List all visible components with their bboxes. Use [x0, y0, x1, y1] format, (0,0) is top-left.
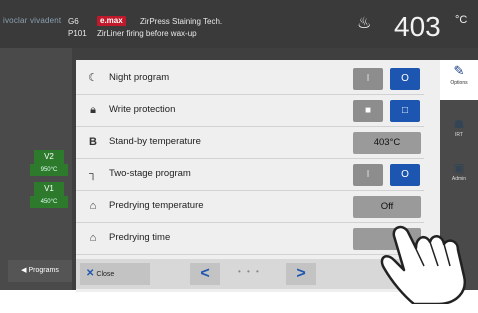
program-subtitle: ZirLiner firing before wax-up: [97, 29, 197, 38]
setting-label: Write protection: [109, 104, 176, 115]
lock-open-icon: □: [401, 105, 409, 116]
pointing-hand-icon: [380, 225, 467, 304]
v2-temperature: 950°C: [30, 164, 68, 176]
header-bar: ivoclar vivadent G6 P101 e.max ZirPress …: [0, 0, 478, 48]
predrying-icon: ⌂: [89, 232, 97, 244]
standby-b-icon: B: [89, 136, 97, 148]
close-label: Close: [96, 271, 115, 278]
current-temperature: 403: [394, 11, 441, 42]
emax-badge: e.max: [97, 16, 126, 26]
tab-admin-label: Admin: [451, 176, 467, 182]
two-stage-icon: ┐: [89, 168, 97, 180]
write-protection-lock-button[interactable]: ■: [353, 100, 383, 122]
temperature-unit: °C: [455, 14, 468, 26]
close-icon: ✕: [86, 268, 95, 279]
lock-icon: 🔒︎: [90, 104, 96, 116]
v1-indicator[interactable]: V1: [34, 182, 64, 196]
setting-standby-temperature: B Stand-by temperature 403°C: [76, 127, 424, 159]
standby-temperature-value[interactable]: 403°C: [353, 132, 421, 154]
flame-icon: ♨: [357, 15, 372, 32]
write-protection-unlock-button[interactable]: □: [390, 100, 420, 122]
tab-admin[interactable]: ▣ Admin: [440, 154, 478, 192]
tab-irt-label: IRT: [455, 132, 463, 138]
program-code-2: P101: [68, 29, 87, 38]
tab-irt[interactable]: ☗ IRT: [440, 110, 478, 148]
setting-label: Two-stage program: [109, 168, 191, 179]
brand-logo: ivoclar vivadent: [3, 16, 62, 25]
setting-night-program: ☾ Night program I O: [76, 63, 424, 95]
furnace-icon: ☗: [453, 117, 465, 131]
v1-temperature: 450°C: [30, 196, 68, 208]
v2-indicator[interactable]: V2: [34, 150, 64, 164]
setting-label: Predrying temperature: [109, 200, 204, 211]
two-stage-off-button[interactable]: O: [390, 164, 420, 186]
program-code-1: G6: [68, 17, 79, 26]
night-program-off-button[interactable]: O: [390, 68, 420, 90]
next-page-button[interactable]: >: [286, 263, 316, 285]
left-panel: V2 950°C V1 450°C ◀ Programs: [0, 48, 72, 290]
page-indicator: • • •: [238, 267, 261, 276]
setting-write-protection: 🔒︎ Write protection ■ □: [76, 95, 424, 127]
setting-label: Predrying time: [109, 232, 171, 243]
setting-label: Stand-by temperature: [109, 136, 201, 147]
moon-icon: ☾: [88, 72, 98, 84]
programs-button[interactable]: ◀ Programs: [8, 260, 72, 282]
setting-label: Night program: [109, 72, 170, 83]
pen-icon: ✎: [453, 63, 465, 78]
two-stage-on-button[interactable]: I: [353, 164, 383, 186]
lock-closed-icon: ■: [364, 105, 372, 116]
close-button[interactable]: ✕ Close: [80, 263, 150, 285]
setting-two-stage-program: ┐ Two-stage program I O: [76, 159, 424, 191]
prev-page-button[interactable]: <: [190, 263, 220, 285]
admin-icon: ▣: [453, 161, 465, 175]
tab-options[interactable]: ✎ Options: [440, 60, 478, 100]
predrying-icon: ⌂: [89, 200, 97, 212]
tab-options-label: Options: [450, 80, 468, 86]
programs-label: Programs: [28, 267, 59, 274]
night-program-on-button[interactable]: I: [353, 68, 383, 90]
program-title: ZirPress Staining Tech.: [140, 17, 223, 26]
program-codes: G6 P101: [68, 16, 87, 40]
